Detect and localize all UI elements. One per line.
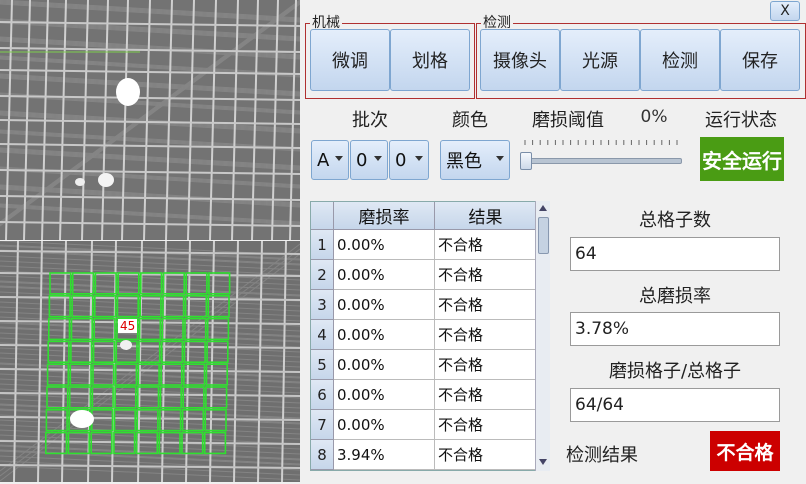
detection-result-value: 不合格 [710,431,780,471]
color-label: 颜色 [452,110,488,131]
column-header-wear-rate[interactable]: 磨损率 [334,202,435,230]
wear-spot [98,173,114,187]
threshold-value: 0% [640,107,668,127]
chevron-down-icon [496,156,504,161]
chevron-down-icon [374,156,382,161]
cell-wear-rate[interactable]: 3.94% [334,440,435,470]
row-number: 7 [311,410,334,440]
chevron-down-icon [335,156,343,161]
wear-spot [120,340,132,350]
wear-ratio-field: 64/64 [570,388,780,422]
total-cells-label: 总格子数 [639,210,711,231]
batch-letter-value: A [317,149,330,171]
scroll-down-arrow[interactable] [539,459,547,465]
color-select[interactable]: 黑色 [440,140,510,180]
wear-ratio-label: 磨损格子/总格子 [608,361,742,382]
camera-button[interactable]: 摄像头 [480,29,560,91]
camera-image-detected: 45 [0,241,300,482]
close-button[interactable]: X [770,1,800,21]
color-value: 黑色 [446,151,482,172]
cell-result[interactable]: 不合格 [435,350,537,380]
wear-spot [116,78,140,106]
scroll-thumb[interactable] [538,217,549,254]
table-corner [311,202,334,230]
threshold-slider[interactable] [520,138,682,170]
table-scrollbar[interactable] [535,201,550,471]
row-number: 5 [311,350,334,380]
detect-button[interactable]: 检测 [640,29,720,91]
scribe-button[interactable]: 划格 [390,29,470,91]
camera-image-raw [0,0,300,240]
run-status-indicator: 安全运行 [700,137,784,181]
cell-wear-rate[interactable]: 0.00% [334,230,435,260]
batch-digit2-value: 0 [395,149,407,171]
batch-digit1-select[interactable]: 0 [350,140,388,180]
cell-result[interactable]: 不合格 [435,230,537,260]
row-number: 3 [311,290,334,320]
fine-tune-button[interactable]: 微调 [310,29,390,91]
save-button[interactable]: 保存 [720,29,800,91]
cell-wear-rate[interactable]: 0.00% [334,320,435,350]
row-number: 4 [311,320,334,350]
row-number: 2 [311,260,334,290]
cell-wear-rate[interactable]: 0.00% [334,350,435,380]
detection-result-label: 检测结果 [566,445,638,466]
cell-result[interactable]: 不合格 [435,260,537,290]
slider-track [522,158,682,164]
batch-letter-select[interactable]: A [311,140,349,180]
slider-ticks [524,140,678,145]
row-number: 1 [311,230,334,260]
column-header-result[interactable]: 结果 [435,202,537,230]
row-number: 8 [311,440,334,470]
results-table[interactable]: 磨损率 结果 1 0.00% 不合格 2 0.00% 不合格 3 0.00% 不合格 4 0.00%… [310,201,550,471]
cell-wear-rate[interactable]: 0.00% [334,260,435,290]
threshold-label: 磨损阈值 [532,110,604,131]
total-cells-field: 64 [570,237,780,271]
cell-result[interactable]: 不合格 [435,380,537,410]
row-number: 6 [311,380,334,410]
wear-spot [70,410,94,428]
batch-label: 批次 [352,110,388,131]
run-status-label: 运行状态 [705,110,777,131]
cell-wear-rate[interactable]: 0.00% [334,290,435,320]
image-annotation-label: 45 [118,319,138,333]
total-wear-field: 3.78% [570,312,780,346]
cell-result[interactable]: 不合格 [435,320,537,350]
chevron-down-icon [415,156,423,161]
cell-result[interactable]: 不合格 [435,290,537,320]
total-wear-label: 总磨损率 [639,286,711,307]
cell-result[interactable]: 不合格 [435,440,537,470]
slider-thumb[interactable] [520,152,532,170]
batch-digit1-value: 0 [356,149,368,171]
cell-result[interactable]: 不合格 [435,410,537,440]
light-source-button[interactable]: 光源 [560,29,640,91]
cell-wear-rate[interactable]: 0.00% [334,410,435,440]
scroll-up-arrow[interactable] [539,205,547,211]
cell-wear-rate[interactable]: 0.00% [334,380,435,410]
wear-spot [75,178,85,186]
batch-digit2-select[interactable]: 0 [389,140,429,180]
